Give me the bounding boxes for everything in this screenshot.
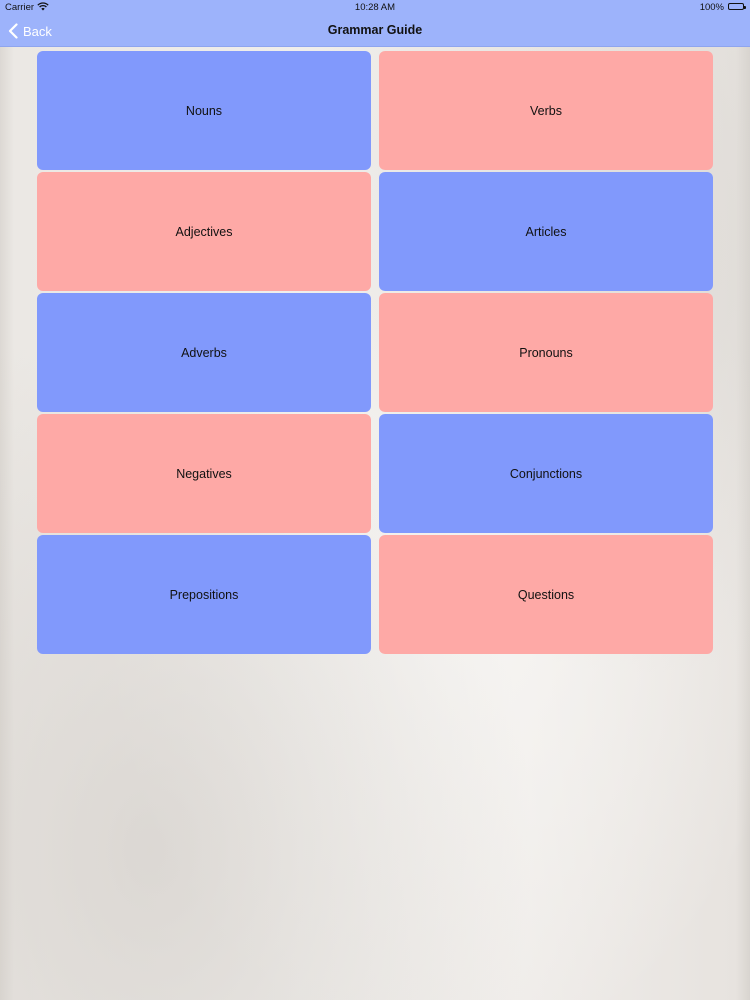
- tile-label: Pronouns: [519, 345, 573, 360]
- tile-label: Nouns: [185, 103, 223, 118]
- tile-pronouns[interactable]: Pronouns: [379, 293, 713, 412]
- navigation-bar: Carrier 10:28 AM 100% Back Grammar Guide: [0, 0, 750, 47]
- tile-label: Negatives: [176, 466, 232, 481]
- tile-label: Questions: [517, 587, 575, 602]
- tile-verbs[interactable]: Verbs: [379, 51, 713, 170]
- tile-adverbs[interactable]: Adverbs: [37, 293, 371, 412]
- tile-conjunctions[interactable]: Conjunctions: [379, 414, 713, 533]
- tile-label: Articles: [525, 224, 567, 239]
- clock: 10:28 AM: [354, 2, 396, 13]
- tile-nouns[interactable]: Nouns: [37, 51, 371, 170]
- tile-label: Conjunctions: [509, 466, 583, 481]
- tile-label: Adjectives: [175, 224, 233, 239]
- tile-prepositions[interactable]: Prepositions: [37, 535, 371, 654]
- tile-adjectives[interactable]: Adjectives: [37, 172, 371, 291]
- tile-articles[interactable]: Articles: [379, 172, 713, 291]
- tile-label: Adverbs: [181, 345, 227, 360]
- status-bar: Carrier 10:28 AM 100%: [0, 0, 750, 14]
- tile-label: Prepositions: [169, 587, 239, 602]
- tile-questions[interactable]: Questions: [379, 535, 713, 654]
- battery-percentage: 100%: [699, 2, 724, 13]
- topic-grid: Nouns Verbs Adjectives Articles Adverbs …: [37, 51, 713, 654]
- tile-label: Verbs: [530, 103, 562, 118]
- battery-icon: [728, 3, 746, 10]
- tile-negatives[interactable]: Negatives: [37, 414, 371, 533]
- page-title: Grammar Guide: [327, 23, 423, 37]
